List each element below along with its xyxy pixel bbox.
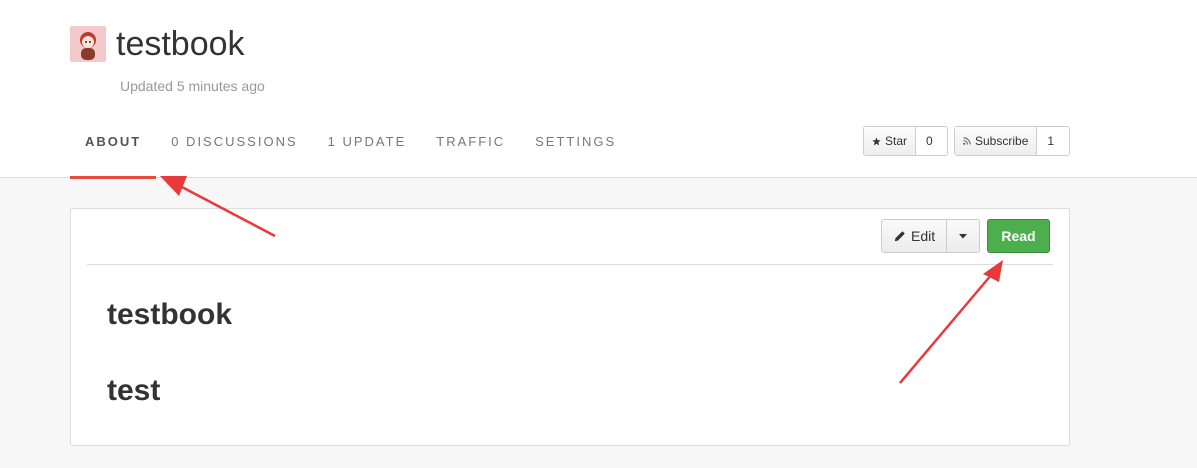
tab-traffic[interactable]: TRAFFIC: [421, 122, 520, 178]
star-icon: [872, 136, 881, 145]
read-button[interactable]: Read: [987, 219, 1050, 253]
readme-subheading: test: [107, 374, 161, 407]
updated-timestamp: Updated 5 minutes ago: [120, 78, 265, 94]
panel-divider: [87, 264, 1053, 265]
edit-button-group: Edit: [881, 219, 981, 253]
subscribe-label: Subscribe: [975, 134, 1029, 148]
caret-down-icon: [959, 233, 968, 238]
pencil-icon: [894, 231, 905, 242]
edit-dropdown-toggle[interactable]: [947, 220, 979, 252]
tab-about[interactable]: ABOUT: [70, 122, 157, 179]
tab-updates[interactable]: 1 UPDATE: [313, 122, 422, 178]
edit-button[interactable]: Edit: [882, 220, 948, 252]
subscribe-button[interactable]: Subscribe: [955, 127, 1038, 155]
star-button-group: Star 0: [863, 126, 948, 156]
tab-discussions[interactable]: 0 DISCUSSIONS: [156, 122, 312, 178]
star-count[interactable]: 0: [916, 127, 943, 155]
edit-label: Edit: [911, 228, 936, 244]
book-tabs: ABOUT 0 DISCUSSIONS 1 UPDATE TRAFFIC SET…: [70, 122, 631, 179]
book-title: testbook: [116, 25, 245, 63]
star-button[interactable]: Star: [864, 127, 917, 155]
subscribe-button-group: Subscribe 1: [954, 126, 1070, 156]
tab-settings[interactable]: SETTINGS: [520, 122, 631, 178]
book-avatar: [70, 26, 106, 62]
book-header: testbook Updated 5 minutes ago ABOUT 0 D…: [0, 0, 1197, 179]
readme-panel: Edit Read testbook test: [70, 208, 1070, 446]
rss-icon: [963, 137, 971, 145]
readme-heading: testbook: [107, 298, 233, 331]
subscribe-count[interactable]: 1: [1037, 127, 1065, 155]
star-label: Star: [885, 134, 908, 148]
